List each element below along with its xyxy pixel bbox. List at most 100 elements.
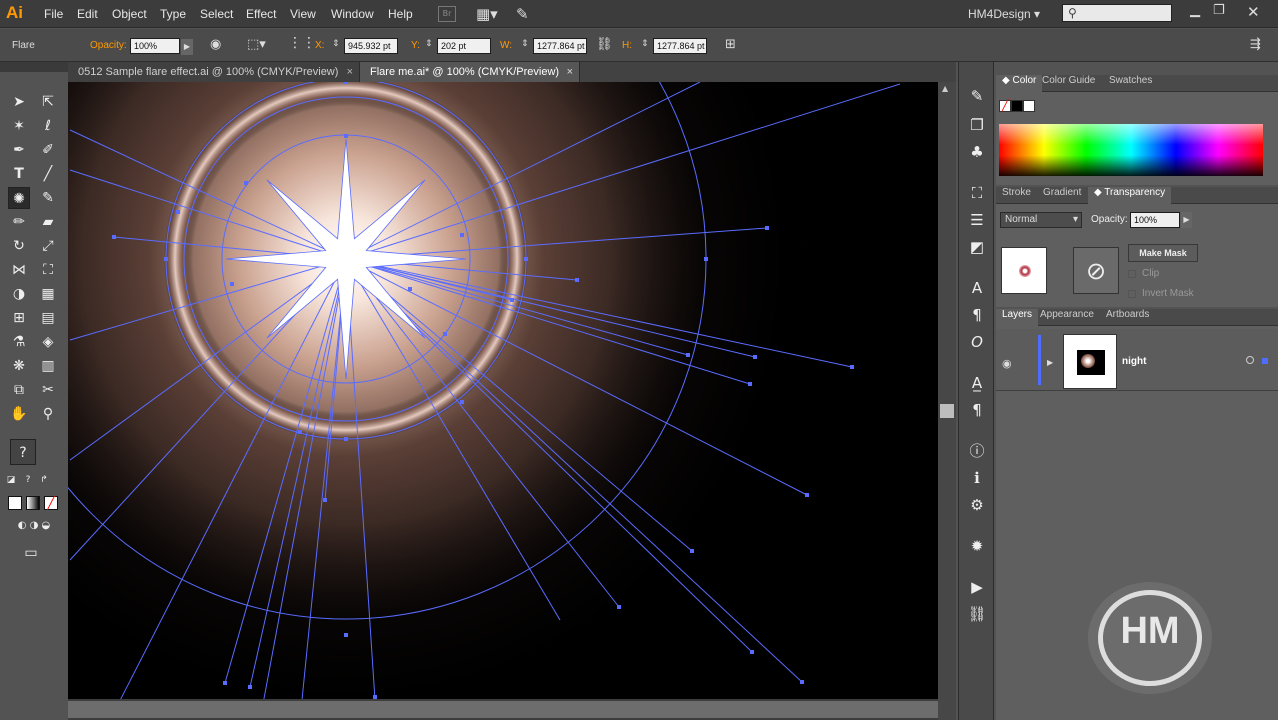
info-icon[interactable]: ⓘ	[966, 440, 988, 462]
x-field[interactable]: 945.932 pt	[344, 38, 398, 54]
h-stepper-icon[interactable]: ⇕	[641, 39, 649, 49]
magic-wand-tool-icon[interactable]: ✶	[8, 115, 30, 137]
scroll-up-icon[interactable]: ▲	[942, 84, 948, 93]
gradient-mode-icon[interactable]	[26, 496, 40, 510]
none-swatch-icon[interactable]: ╱	[999, 100, 1011, 112]
selection-indicator[interactable]	[1262, 358, 1268, 364]
eyedropper-tool-icon[interactable]: ⚗	[8, 331, 30, 353]
tools-panel-header[interactable]	[0, 62, 68, 72]
menu-view[interactable]: View	[290, 7, 316, 21]
brushes-icon[interactable]: ✎	[966, 85, 988, 107]
pathfinder-icon[interactable]: ◩	[966, 236, 988, 258]
scale-tool-icon[interactable]: ⤢	[37, 235, 59, 257]
recolor-icon[interactable]: ◉	[210, 37, 221, 52]
reference-point-icon[interactable]: ⋮⋮	[288, 35, 316, 51]
black-swatch[interactable]	[1011, 100, 1023, 112]
visibility-eye-icon[interactable]: ◉	[1002, 357, 1012, 370]
flare-tool-icon[interactable]: ✺	[8, 187, 30, 209]
zoom-tool-icon[interactable]: ⚲	[37, 403, 59, 425]
character-styles-icon[interactable]: A̲	[966, 372, 988, 394]
opentype-icon[interactable]: O	[966, 331, 988, 353]
graphic-styles-icon[interactable]: ♣	[966, 141, 988, 163]
h-field[interactable]: 1277.864 pt	[653, 38, 707, 54]
column-graph-tool-icon[interactable]: ▥	[37, 355, 59, 377]
tab-layers[interactable]: Layers	[996, 309, 1039, 326]
line-tool-icon[interactable]: ╱	[37, 163, 59, 185]
close-icon[interactable]: ✕	[1247, 3, 1260, 21]
paragraph-icon[interactable]: ¶	[966, 304, 988, 326]
vertical-scrollbar[interactable]: ▲	[938, 82, 956, 720]
selection-tool-icon[interactable]: ➤	[8, 91, 30, 113]
tab-appearance[interactable]: Appearance	[1034, 309, 1100, 326]
tab-sample-flare[interactable]: 0512 Sample flare effect.ai @ 100% (CMYK…	[68, 62, 360, 82]
symbols-icon[interactable]: ❐	[966, 114, 988, 136]
transform-reference-icon[interactable]: ⬚▾	[247, 37, 266, 52]
transform-panel-icon[interactable]: ⛶	[966, 182, 988, 204]
menu-help[interactable]: Help	[388, 7, 413, 21]
gpu-performance-icon[interactable]: ✎	[516, 5, 529, 23]
opacity-arrow-icon[interactable]: ▶	[1181, 212, 1192, 228]
symbol-sprayer-tool-icon[interactable]: ❋	[8, 355, 30, 377]
type-tool-icon[interactable]: T	[8, 163, 30, 185]
clip-checkbox[interactable]	[1128, 270, 1136, 278]
tab-gradient[interactable]: Gradient	[1037, 187, 1087, 204]
transform-icon[interactable]: ⊞	[725, 37, 736, 52]
horizontal-scrollbar[interactable]	[68, 699, 938, 720]
target-icon[interactable]	[1246, 356, 1254, 364]
character-icon[interactable]: A	[966, 277, 988, 299]
blend-tool-icon[interactable]: ◈	[37, 331, 59, 353]
direct-selection-tool-icon[interactable]: ⇱	[37, 91, 59, 113]
minimize-icon[interactable]: ▁	[1190, 3, 1200, 18]
opacity-arrow-icon[interactable]: ▶	[181, 39, 193, 55]
workspace-switcher[interactable]: HM4Design ▾	[968, 7, 1040, 21]
links-icon[interactable]: ⛓	[966, 603, 988, 625]
shape-builder-tool-icon[interactable]: ◑	[8, 283, 30, 305]
layer-name[interactable]: night	[1122, 356, 1146, 367]
opacity-label[interactable]: Opacity:	[90, 40, 127, 51]
control-menu-icon[interactable]: ⇶	[1250, 37, 1261, 52]
navigator-icon[interactable]: ✹	[966, 535, 988, 557]
blend-mode-select[interactable]: Normal ▾	[1000, 212, 1082, 228]
width-tool-icon[interactable]: ⋈	[8, 259, 30, 281]
align-icon[interactable]: ☰	[966, 209, 988, 231]
w-stepper-icon[interactable]: ⇕	[521, 39, 529, 49]
constrain-proportions-icon[interactable]: ⛓	[596, 37, 613, 52]
default-colors-icon[interactable]: ◪	[5, 474, 17, 486]
tab-swatches[interactable]: Swatches	[1103, 75, 1158, 92]
pen-tool-icon[interactable]: ✒	[8, 139, 30, 161]
gradient-tool-icon[interactable]: ▤	[37, 307, 59, 329]
tab-flare-me[interactable]: Flare me.ai* @ 100% (CMYK/Preview) ×	[360, 62, 580, 82]
tab-close-icon[interactable]: ×	[567, 62, 573, 82]
menu-window[interactable]: Window	[331, 7, 374, 21]
vertical-scroll-thumb[interactable]	[940, 404, 954, 418]
y-field[interactable]: 202 pt	[437, 38, 491, 54]
layer-row[interactable]: ◉ ▶ night	[996, 329, 1278, 391]
color-mode-icon[interactable]	[8, 496, 22, 510]
invert-mask-checkbox[interactable]	[1128, 290, 1136, 298]
tab-artboards[interactable]: Artboards	[1100, 309, 1155, 326]
perspective-grid-tool-icon[interactable]: ▦	[37, 283, 59, 305]
paragraph-styles-icon[interactable]: ¶	[966, 399, 988, 421]
y-stepper-icon[interactable]: ⇕	[425, 39, 433, 49]
menu-select[interactable]: Select	[200, 7, 233, 21]
menu-file[interactable]: File	[44, 7, 63, 21]
paintbrush-tool-icon[interactable]: ✎	[37, 187, 59, 209]
fill-swatch-icon[interactable]: ?	[10, 439, 36, 465]
white-swatch[interactable]	[1023, 100, 1035, 112]
swap-colors-icon[interactable]: ↱	[38, 474, 50, 486]
pencil-tool-icon[interactable]: ✏	[8, 211, 30, 233]
w-field[interactable]: 1277.864 pt	[533, 38, 587, 54]
tab-close-icon[interactable]: ×	[347, 62, 353, 82]
stroke-swatch-icon[interactable]: ?	[22, 474, 34, 486]
menu-object[interactable]: Object	[112, 7, 147, 21]
screen-mode-icon[interactable]: ▭	[20, 542, 42, 564]
menu-edit[interactable]: Edit	[77, 7, 98, 21]
artboard-canvas[interactable]	[68, 82, 938, 699]
free-transform-tool-icon[interactable]: ⛶	[37, 259, 59, 281]
draw-modes-icon[interactable]: ◐ ◑ ◒	[8, 518, 60, 534]
hand-tool-icon[interactable]: ✋	[8, 403, 30, 425]
eraser-tool-icon[interactable]: ▰	[37, 211, 59, 233]
x-stepper-icon[interactable]: ⇕	[332, 39, 340, 49]
restore-icon[interactable]: ❐	[1213, 3, 1225, 18]
slice-tool-icon[interactable]: ✂	[37, 379, 59, 401]
